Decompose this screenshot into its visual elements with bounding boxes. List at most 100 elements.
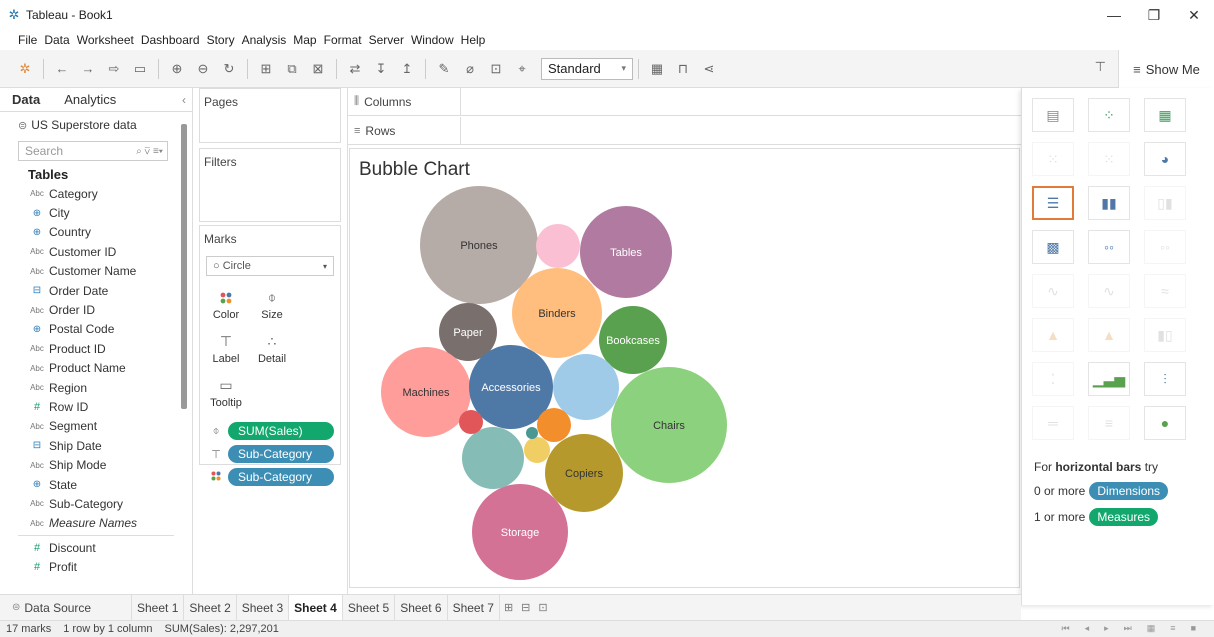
pages-card[interactable]: Pages [199, 88, 341, 143]
field-item[interactable]: # Discount [0, 538, 192, 557]
field-item[interactable]: ⊟ Ship Date [0, 436, 192, 455]
fit-select[interactable]: Standard ▾ [541, 57, 633, 80]
viz-area[interactable]: Phones Tables Binders Bookcases Paper Machine… [349, 148, 1020, 588]
dual-combination-icon[interactable]: ▮▯ [1144, 318, 1186, 352]
datasource-item[interactable]: ⊜ US Superstore data [0, 112, 192, 138]
field-search-input[interactable]: Search ⌕ ⊽ ≡▾ [18, 141, 168, 161]
menu-dashboard[interactable]: Dashboard [141, 33, 200, 47]
fix-axes-icon[interactable]: ⌖ [511, 58, 533, 80]
clear-sheet-icon[interactable]: ⊠ [307, 58, 329, 80]
duplicate-icon[interactable]: ⧉ [281, 58, 303, 80]
data-pane-scrollbar[interactable] [181, 124, 187, 409]
bubble-mark[interactable] [459, 410, 483, 434]
filmstrip-view-icon[interactable]: ■ [1191, 623, 1196, 634]
nav-first-icon[interactable]: ⏮ [1062, 623, 1070, 634]
field-item[interactable]: ⊟ Order Date [0, 281, 192, 300]
text-table-icon[interactable]: ▤ [1032, 98, 1074, 132]
field-item[interactable]: Abc Measure Names [0, 514, 192, 533]
field-item[interactable]: Abc Region [0, 378, 192, 397]
bubble-chart[interactable]: Phones Tables Binders Bookcases Paper Machine… [350, 149, 1021, 589]
menu-map[interactable]: Map [293, 33, 316, 47]
replay-icon[interactable]: ⇨ [103, 58, 125, 80]
labels-icon[interactable]: ⊡ [485, 58, 507, 80]
sort-ascending-icon[interactable]: ↧ [370, 58, 392, 80]
field-item[interactable]: Abc Ship Mode [0, 455, 192, 474]
pie-chart-icon[interactable]: ◕ [1144, 142, 1186, 176]
pin-icon[interactable]: ⊤ [1095, 59, 1106, 75]
sheet-tab[interactable]: Sheet 3 [237, 594, 290, 621]
menu-story[interactable]: Story [207, 33, 235, 47]
new-worksheet-icon[interactable]: ⊞ [255, 58, 277, 80]
color-button[interactable]: Color [204, 284, 248, 326]
mark-type-select[interactable]: ○ Circle ▾ [206, 256, 334, 276]
field-item[interactable]: Abc Product ID [0, 339, 192, 358]
menu-worksheet[interactable]: Worksheet [77, 33, 134, 47]
circle-views-icon[interactable]: ◦◦ [1088, 230, 1130, 264]
highlight-table-icon[interactable]: ▦ [1144, 98, 1186, 132]
swap-icon[interactable]: ⇄ [344, 58, 366, 80]
side-by-side-bars-icon[interactable]: ▯▮ [1144, 186, 1186, 220]
tab-data[interactable]: Data [0, 92, 52, 107]
highlight-icon[interactable]: ✎ [433, 58, 455, 80]
save-icon[interactable]: ▭ [129, 58, 151, 80]
sheet-tab[interactable]: Sheet 1 [132, 594, 185, 621]
collapse-icon[interactable]: ‹ [182, 93, 186, 107]
pause-updates-icon[interactable]: ⊖ [192, 58, 214, 80]
field-item[interactable]: Abc Category [0, 184, 192, 203]
menu-data[interactable]: Data [44, 33, 69, 47]
field-item[interactable]: Abc Segment [0, 417, 192, 436]
new-datasource-icon[interactable]: ⊕ [166, 58, 188, 80]
tableau-home-icon[interactable]: ✲ [14, 58, 36, 80]
dual-lines-icon[interactable]: ≈ [1144, 274, 1186, 308]
columns-shelf[interactable]: ⫼ Columns [348, 88, 1021, 116]
area-continuous-icon[interactable]: ▲ [1032, 318, 1074, 352]
label-button[interactable]: ⊤ Label [204, 328, 248, 370]
restore-icon[interactable]: ❐ [1134, 0, 1174, 30]
sum-sales-pill[interactable]: SUM(Sales) [228, 422, 334, 440]
field-item[interactable]: # Profit [0, 557, 192, 576]
share-icon[interactable]: ⋖ [698, 58, 720, 80]
nav-prev-icon[interactable]: ◂ [1085, 623, 1090, 634]
menu-analysis[interactable]: Analysis [242, 33, 287, 47]
redo-icon[interactable]: → [77, 58, 99, 80]
bubble-mark[interactable] [537, 408, 571, 442]
size-button[interactable]: ⌽ Size [250, 284, 294, 326]
box-whisker-icon[interactable]: ⫶ [1144, 362, 1186, 396]
minimize-icon[interactable]: — [1094, 0, 1134, 30]
close-icon[interactable]: ✕ [1174, 0, 1214, 30]
side-by-side-circles-icon[interactable]: ◦◦ [1144, 230, 1186, 264]
scatter-plot-icon[interactable]: ⁚ [1032, 362, 1074, 396]
stacked-bars-icon[interactable]: ▮▮ [1088, 186, 1130, 220]
nav-last-icon[interactable]: ⏭ [1124, 623, 1132, 634]
filters-card[interactable]: Filters [199, 148, 341, 222]
grid-view-icon[interactable]: ▦ [1147, 623, 1156, 634]
list-view-icon[interactable]: ≡ [1170, 623, 1175, 634]
menu-help[interactable]: Help [461, 33, 486, 47]
nav-next-icon[interactable]: ▸ [1104, 623, 1109, 634]
bullet-graph-icon[interactable]: ≡ [1088, 406, 1130, 440]
menu-window[interactable]: Window [411, 33, 454, 47]
subcategory-color-pill[interactable]: Sub-Category [228, 468, 334, 486]
field-item[interactable]: Abc Sub-Category [0, 494, 192, 513]
field-item[interactable]: # Row ID [0, 397, 192, 416]
bubble-mark[interactable] [524, 437, 550, 463]
bubble-mark[interactable] [553, 354, 619, 420]
discrete-lines-icon[interactable]: ∿ [1088, 274, 1130, 308]
bubble-mark[interactable] [526, 427, 538, 439]
field-item[interactable]: Abc Customer Name [0, 262, 192, 281]
histogram-icon[interactable]: ▁▃▅ [1088, 362, 1130, 396]
presentation-icon[interactable]: ⊓ [672, 58, 694, 80]
menu-server[interactable]: Server [369, 33, 404, 47]
field-item[interactable]: ⊕ City [0, 203, 192, 222]
tab-analytics[interactable]: Analytics [52, 92, 128, 107]
menu-format[interactable]: Format [324, 33, 362, 47]
refresh-icon[interactable]: ↻ [218, 58, 240, 80]
show-cards-icon[interactable]: ▦ [646, 58, 668, 80]
new-worksheet-icon[interactable]: ⊞ [500, 601, 517, 614]
detail-button[interactable]: ∴ Detail [250, 328, 294, 370]
menu-file[interactable]: File [18, 33, 37, 47]
field-item[interactable]: Abc Customer ID [0, 242, 192, 261]
sheet-tab-active[interactable]: Sheet 4 [289, 594, 343, 621]
data-source-tab[interactable]: ⊜ Data Source [0, 594, 132, 621]
bubble-mark[interactable] [462, 427, 524, 489]
